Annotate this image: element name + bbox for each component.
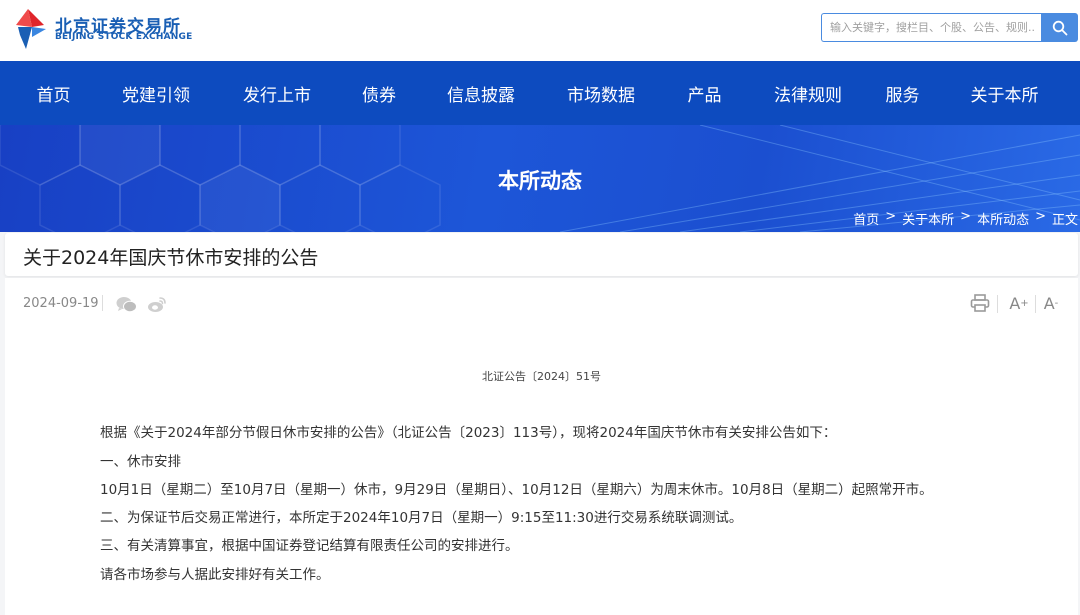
breadcrumb-separator: >: [960, 209, 972, 224]
paragraph: 一、休市安排: [100, 454, 181, 470]
paragraph: 请各市场参与人据此安排好有关工作。: [100, 567, 330, 583]
breadcrumb-separator: >: [885, 209, 897, 224]
paragraph: 根据《关于2024年部分节假日休市安排的公告》（北证公告〔2023〕113号），…: [100, 425, 837, 441]
font-smaller-button[interactable]: A-: [1038, 292, 1064, 314]
nav-item-products[interactable]: 产品: [649, 61, 760, 125]
nav-item-home[interactable]: 首页: [0, 61, 107, 125]
font-larger-label: A: [1009, 293, 1021, 313]
nav-item-disclosure[interactable]: 信息披露: [409, 61, 553, 125]
breadcrumb-separator: >: [1035, 209, 1046, 224]
logo-icon[interactable]: [14, 7, 50, 51]
search-input[interactable]: [821, 13, 1042, 42]
page-banner: 本所动态 首页 > 关于本所 > 本所动态 > 正文: [0, 125, 1080, 232]
divider: [102, 295, 103, 311]
print-icon[interactable]: [969, 292, 991, 314]
font-smaller-label: A: [1043, 293, 1055, 313]
nav-item-services[interactable]: 服务: [856, 61, 949, 125]
banner-title: 本所动态: [498, 169, 582, 193]
article-content: 2024-09-19 A + A- 北证公告〔2024〕51号 根据《关于2024…: [5, 278, 1078, 615]
font-smaller-sup: -: [1054, 297, 1059, 309]
divider: [1035, 295, 1036, 313]
search-button[interactable]: [1041, 13, 1078, 42]
breadcrumb-home[interactable]: 首页: [853, 209, 879, 228]
article-date: 2024-09-19: [23, 296, 99, 311]
font-larger-sup: +: [1020, 297, 1029, 309]
weibo-share-icon[interactable]: [146, 294, 168, 314]
wechat-share-icon[interactable]: [115, 294, 137, 314]
breadcrumb-current: 正文: [1051, 213, 1078, 228]
article-title-card: 关于2024年国庆节休市安排的公告: [5, 233, 1078, 276]
breadcrumb: 首页 > 关于本所 > 本所动态 > 正文: [853, 209, 1078, 228]
nav-item-about[interactable]: 关于本所: [949, 61, 1060, 125]
nav-item-party[interactable]: 党建引领: [107, 61, 205, 125]
breadcrumb-about[interactable]: 关于本所: [902, 209, 954, 228]
search-icon: [1052, 20, 1067, 35]
document-number: 北证公告〔2024〕51号: [482, 370, 601, 383]
font-larger-button[interactable]: A +: [1006, 292, 1032, 314]
main-nav: 首页 党建引领 发行上市 债券 信息披露 市场数据 产品 法律规则 服务 关于本…: [0, 61, 1080, 125]
nav-item-listing[interactable]: 发行上市: [205, 61, 349, 125]
paragraph: 三、有关清算事宜，根据中国证券登记结算有限责任公司的安排进行。: [100, 538, 519, 554]
breadcrumb-news[interactable]: 本所动态: [977, 209, 1029, 228]
article-title: 关于2024年国庆节休市安排的公告: [23, 247, 319, 269]
paragraph: 10月1日（星期二）至10月7日（星期一）休市，9月29日（星期日）、10月12…: [100, 482, 933, 498]
nav-item-bonds[interactable]: 债券: [349, 61, 409, 125]
nav-item-market-data[interactable]: 市场数据: [553, 61, 649, 125]
paragraph: 二、为保证节后交易正常进行，本所定于2024年10月7日（星期一）9:15至11…: [100, 510, 743, 526]
divider: [997, 295, 998, 313]
logo-text-en[interactable]: BEIJING STOCK EXCHANGE: [55, 32, 192, 42]
site-header: 北京证券交易所 BEIJING STOCK EXCHANGE: [0, 0, 1080, 61]
nav-item-rules[interactable]: 法律规则: [760, 61, 856, 125]
